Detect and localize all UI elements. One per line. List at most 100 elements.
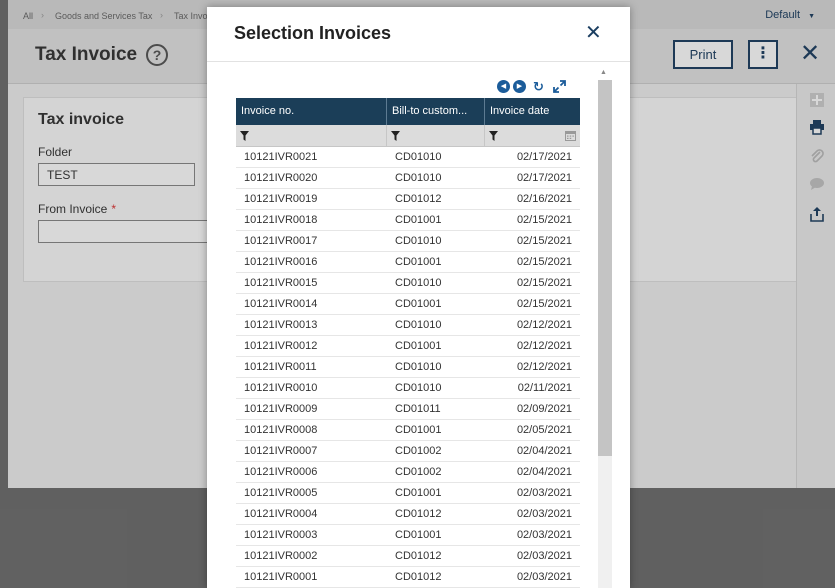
cell-bill-to-customer: CD01002 xyxy=(395,445,442,457)
column-header-invoice-no[interactable]: Invoice no. xyxy=(236,98,387,125)
table-row[interactable]: 10121IVR0001 CD01012 02/03/2021 xyxy=(236,567,580,588)
cell-invoice-no: 10121IVR0005 xyxy=(244,487,318,499)
cell-invoice-date: 02/16/2021 xyxy=(516,193,572,205)
cell-bill-to-customer: CD01001 xyxy=(395,487,442,499)
scrollbar-thumb[interactable] xyxy=(598,80,612,456)
cell-bill-to-customer: CD01001 xyxy=(395,529,442,541)
filter-icon[interactable] xyxy=(240,131,249,141)
cell-invoice-no: 10121IVR0021 xyxy=(244,151,318,163)
invoice-grid: Invoice no. Bill-to custom... Invoice da… xyxy=(236,98,580,588)
cell-invoice-date: 02/11/2021 xyxy=(517,382,572,394)
grid-header-row: Invoice no. Bill-to custom... Invoice da… xyxy=(236,98,580,125)
dialog-scrollbar[interactable]: ▲ xyxy=(597,69,612,588)
table-row[interactable]: 10121IVR0005 CD01001 02/03/2021 xyxy=(236,483,580,504)
next-page-icon[interactable]: ▶ xyxy=(513,80,526,93)
cell-invoice-date: 02/03/2021 xyxy=(516,529,572,541)
cell-invoice-date: 02/15/2021 xyxy=(516,235,572,247)
cell-invoice-no: 10121IVR0018 xyxy=(244,214,318,226)
cell-invoice-no: 10121IVR0010 xyxy=(244,382,318,394)
cell-invoice-no: 10121IVR0006 xyxy=(244,466,318,478)
cell-invoice-no: 10121IVR0014 xyxy=(244,298,318,310)
cell-bill-to-customer: CD01001 xyxy=(395,424,442,436)
cell-invoice-no: 10121IVR0008 xyxy=(244,424,318,436)
cell-bill-to-customer: CD01012 xyxy=(395,571,442,583)
expand-icon[interactable] xyxy=(553,80,566,93)
table-row[interactable]: 10121IVR0018 CD01001 02/15/2021 xyxy=(236,210,580,231)
cell-bill-to-customer: CD01001 xyxy=(395,298,442,310)
table-row[interactable]: 10121IVR0004 CD01012 02/03/2021 xyxy=(236,504,580,525)
cell-invoice-no: 10121IVR0007 xyxy=(244,445,318,457)
table-row[interactable]: 10121IVR0003 CD01001 02/03/2021 xyxy=(236,525,580,546)
calendar-icon[interactable] xyxy=(565,130,576,141)
filter-cell-invoice-date[interactable] xyxy=(485,125,580,146)
selection-invoices-dialog: Selection Invoices ✕ ◀ ▶ ↻ Invoice no. B… xyxy=(207,7,630,588)
column-header-invoice-date[interactable]: Invoice date xyxy=(485,98,580,125)
table-row[interactable]: 10121IVR0020 CD01010 02/17/2021 xyxy=(236,168,580,189)
dialog-title: Selection Invoices xyxy=(234,23,392,43)
table-row[interactable]: 10121IVR0019 CD01012 02/16/2021 xyxy=(236,189,580,210)
cell-invoice-date: 02/03/2021 xyxy=(516,508,572,520)
cell-bill-to-customer: CD01011 xyxy=(395,403,441,415)
scroll-up-icon[interactable]: ▲ xyxy=(600,69,607,76)
cell-invoice-no: 10121IVR0003 xyxy=(244,529,318,541)
cell-bill-to-customer: CD01010 xyxy=(395,319,442,331)
table-row[interactable]: 10121IVR0017 CD01010 02/15/2021 xyxy=(236,231,580,252)
table-row[interactable]: 10121IVR0015 CD01010 02/15/2021 xyxy=(236,273,580,294)
cell-invoice-date: 02/12/2021 xyxy=(516,319,572,331)
cell-invoice-date: 02/15/2021 xyxy=(516,298,572,310)
refresh-icon[interactable]: ↻ xyxy=(532,80,545,93)
cell-invoice-no: 10121IVR0015 xyxy=(244,277,318,289)
cell-bill-to-customer: CD01010 xyxy=(395,382,442,394)
cell-invoice-no: 10121IVR0017 xyxy=(244,235,318,247)
table-row[interactable]: 10121IVR0007 CD01002 02/04/2021 xyxy=(236,441,580,462)
dialog-header: Selection Invoices ✕ xyxy=(207,7,630,62)
cell-invoice-no: 10121IVR0011 xyxy=(244,361,317,373)
cell-invoice-no: 10121IVR0013 xyxy=(244,319,318,331)
cell-invoice-date: 02/04/2021 xyxy=(516,466,572,478)
close-icon[interactable]: ✕ xyxy=(585,21,602,45)
cell-bill-to-customer: CD01001 xyxy=(395,340,442,352)
cell-invoice-date: 02/03/2021 xyxy=(516,571,572,583)
cell-invoice-date: 02/09/2021 xyxy=(516,403,572,415)
cell-invoice-no: 10121IVR0020 xyxy=(244,172,318,184)
cell-invoice-date: 02/12/2021 xyxy=(516,361,572,373)
filter-cell-bill-to-customer[interactable] xyxy=(387,125,485,146)
cell-invoice-date: 02/03/2021 xyxy=(516,487,572,499)
previous-page-icon[interactable]: ◀ xyxy=(497,80,510,93)
table-row[interactable]: 10121IVR0009 CD01011 02/09/2021 xyxy=(236,399,580,420)
cell-bill-to-customer: CD01010 xyxy=(395,361,442,373)
cell-bill-to-customer: CD01012 xyxy=(395,550,442,562)
table-row[interactable]: 10121IVR0011 CD01010 02/12/2021 xyxy=(236,357,580,378)
cell-invoice-no: 10121IVR0004 xyxy=(244,508,318,520)
cell-invoice-date: 02/15/2021 xyxy=(516,214,572,226)
cell-bill-to-customer: CD01010 xyxy=(395,172,442,184)
table-row[interactable]: 10121IVR0013 CD01010 02/12/2021 xyxy=(236,315,580,336)
table-row[interactable]: 10121IVR0010 CD01010 02/11/2021 xyxy=(236,378,580,399)
filter-icon[interactable] xyxy=(489,131,498,141)
grid-body: 10121IVR0021 CD01010 02/17/2021 10121IVR002… xyxy=(236,147,580,588)
cell-invoice-date: 02/12/2021 xyxy=(516,340,572,352)
cell-invoice-no: 10121IVR0019 xyxy=(244,193,318,205)
cell-invoice-date: 02/17/2021 xyxy=(516,172,572,184)
cell-invoice-date: 02/15/2021 xyxy=(516,277,572,289)
table-row[interactable]: 10121IVR0008 CD01001 02/05/2021 xyxy=(236,420,580,441)
cell-bill-to-customer: CD01010 xyxy=(395,277,442,289)
cell-invoice-date: 02/17/2021 xyxy=(516,151,572,163)
column-header-bill-to-customer[interactable]: Bill-to custom... xyxy=(387,98,485,125)
table-row[interactable]: 10121IVR0002 CD01012 02/03/2021 xyxy=(236,546,580,567)
cell-bill-to-customer: CD01012 xyxy=(395,508,442,520)
filter-cell-invoice-no[interactable] xyxy=(236,125,387,146)
cell-bill-to-customer: CD01002 xyxy=(395,466,442,478)
cell-bill-to-customer: CD01010 xyxy=(395,151,442,163)
filter-icon[interactable] xyxy=(391,131,400,141)
cell-invoice-no: 10121IVR0012 xyxy=(244,340,318,352)
cell-invoice-date: 02/03/2021 xyxy=(516,550,572,562)
cell-bill-to-customer: CD01010 xyxy=(395,235,442,247)
table-row[interactable]: 10121IVR0012 CD01001 02/12/2021 xyxy=(236,336,580,357)
cell-bill-to-customer: CD01001 xyxy=(395,214,442,226)
table-row[interactable]: 10121IVR0016 CD01001 02/15/2021 xyxy=(236,252,580,273)
table-row[interactable]: 10121IVR0014 CD01001 02/15/2021 xyxy=(236,294,580,315)
cell-invoice-no: 10121IVR0002 xyxy=(244,550,318,562)
table-row[interactable]: 10121IVR0021 CD01010 02/17/2021 xyxy=(236,147,580,168)
table-row[interactable]: 10121IVR0006 CD01002 02/04/2021 xyxy=(236,462,580,483)
